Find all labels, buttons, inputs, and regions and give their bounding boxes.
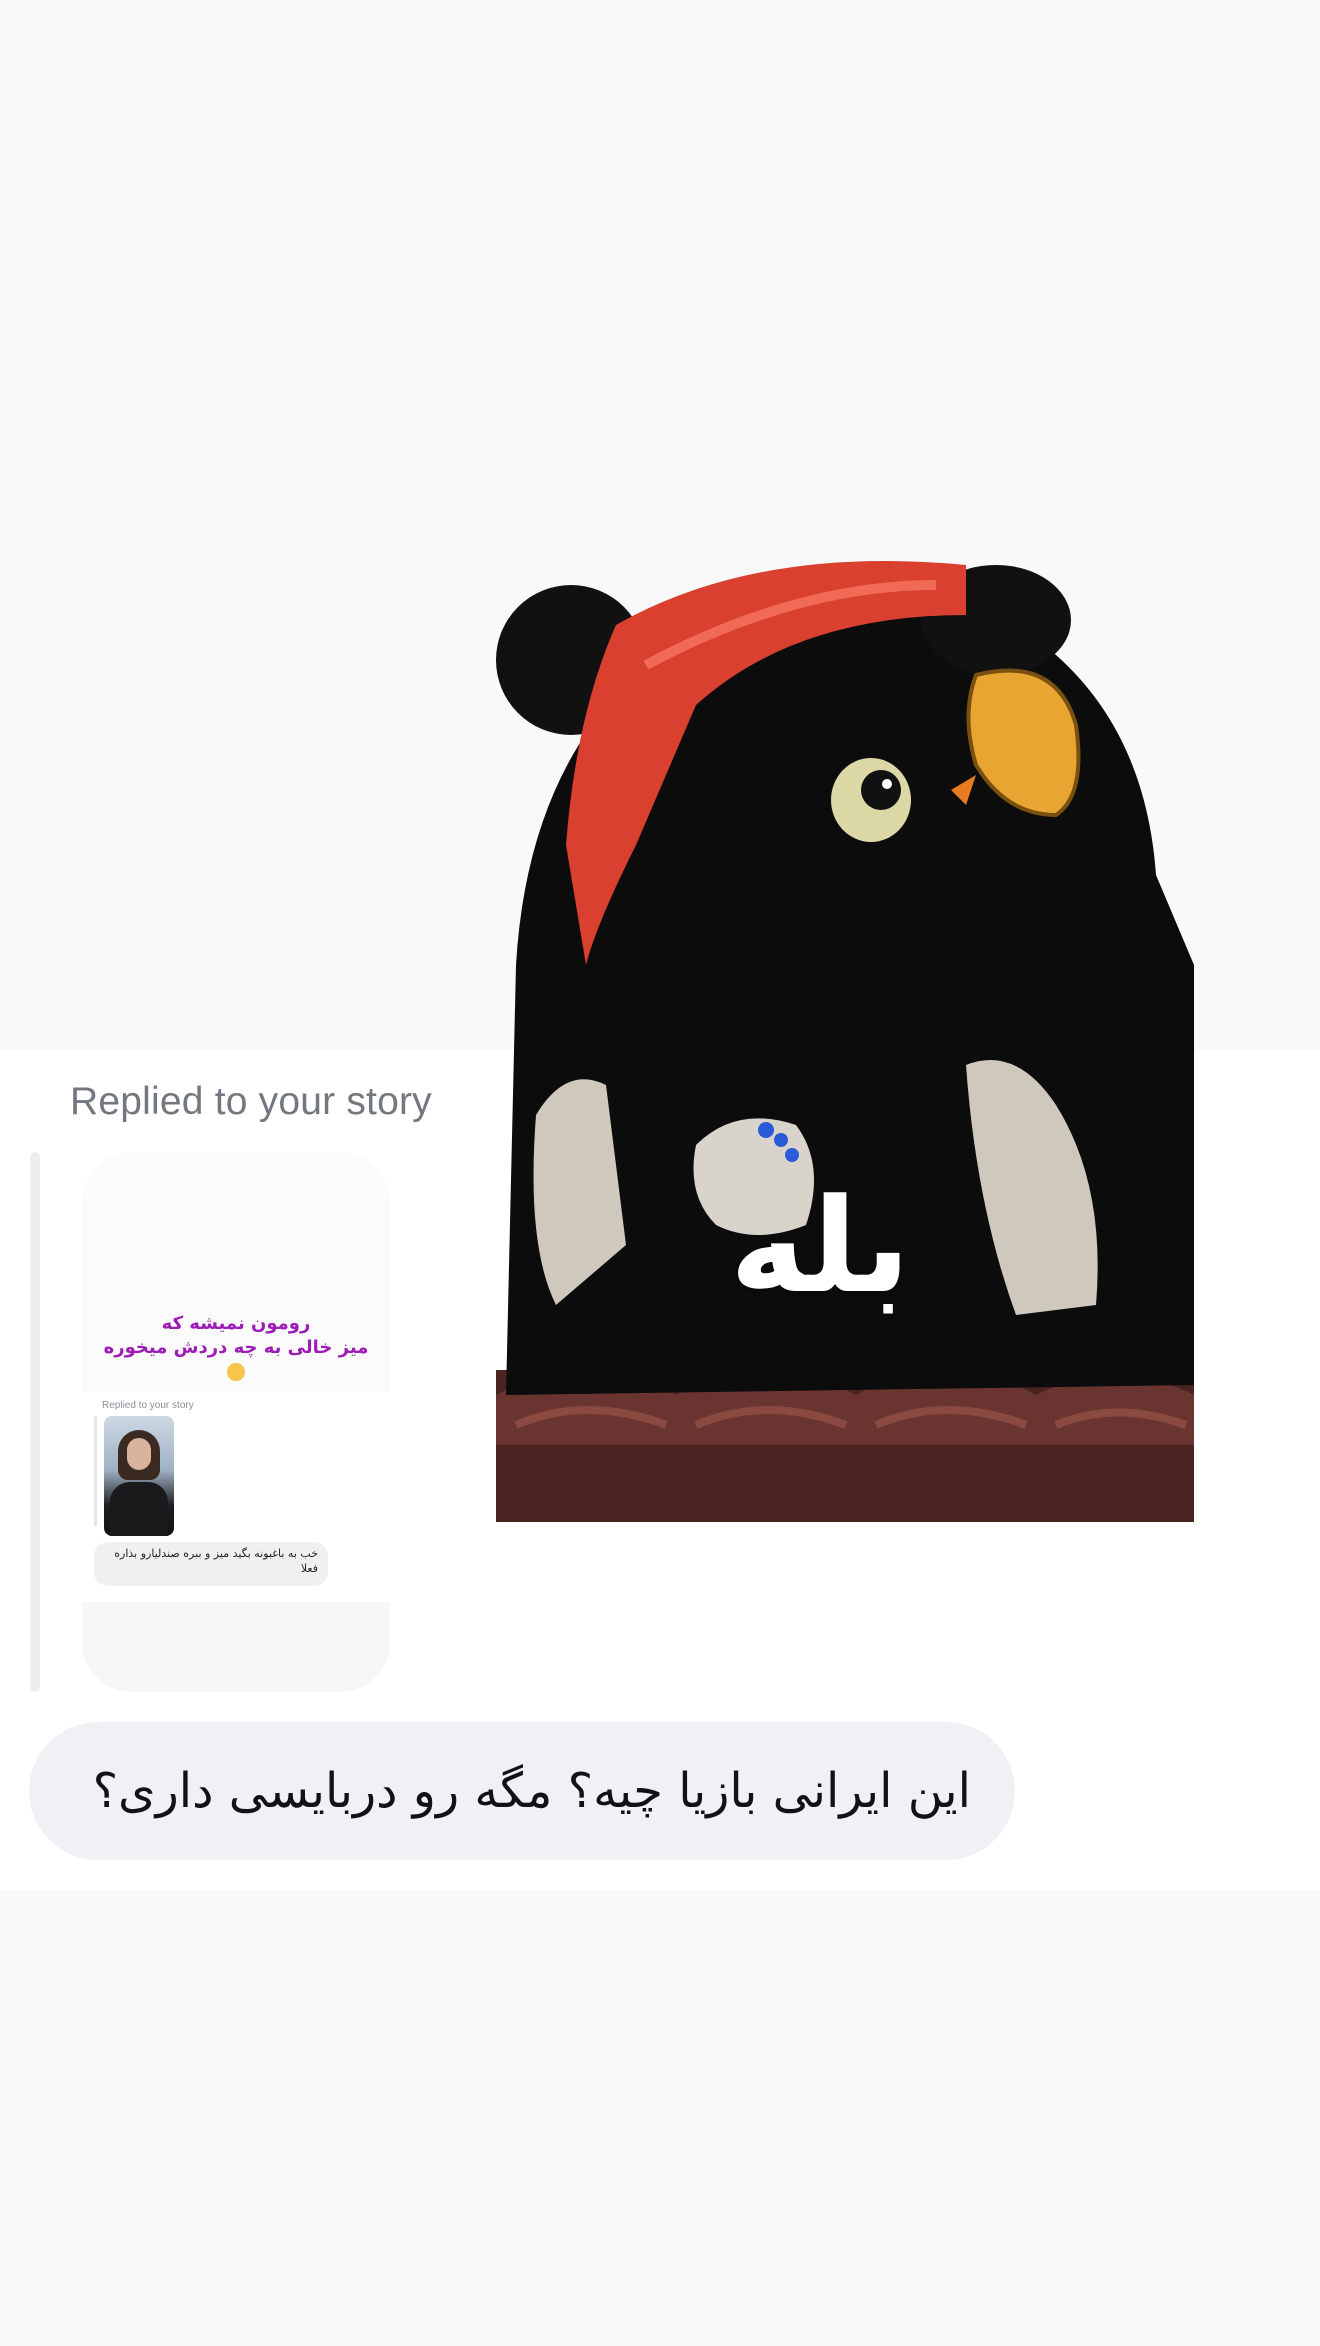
story-caption-line: رومون نمیشه که — [161, 1313, 311, 1334]
owl-eye-glint — [882, 779, 892, 789]
received-message-bubble[interactable]: این ایرانی بازیا چیه؟ مگه رو دربایسی دار… — [29, 1722, 1015, 1860]
owl-pupil — [861, 770, 901, 810]
story-preview-card[interactable]: رومون نمیشه که میز خالی به چه دردش میخور… — [82, 1152, 390, 1692]
sticker-text: بله — [729, 1170, 911, 1322]
pirate-owl-sticker[interactable] — [496, 545, 1194, 1522]
nested-reply-panel: Replied to your story خب به باغبونه بگید… — [82, 1392, 390, 1602]
nested-message-bubble: خب به باغبونه بگید میز و ببره صندلیارو ب… — [94, 1542, 328, 1586]
bead — [774, 1133, 788, 1147]
portrait-body — [110, 1482, 168, 1536]
story-caption: رومون نمیشه که میز خالی به چه دردش میخور… — [82, 1312, 390, 1384]
bead — [785, 1148, 799, 1162]
emoji-icon — [227, 1363, 245, 1381]
story-caption-line: میز خالی به چه دردش میخوره — [103, 1337, 369, 1358]
message-text: این ایرانی بازیا چیه؟ مگه رو دربایسی دار… — [92, 1763, 971, 1819]
reply-indicator-line — [30, 1152, 40, 1692]
bead — [758, 1122, 774, 1138]
nested-reply-line — [94, 1416, 97, 1526]
portrait-face — [127, 1438, 151, 1470]
nested-story-thumbnail — [104, 1416, 174, 1536]
nested-replied-label: Replied to your story — [102, 1400, 194, 1411]
replied-to-story-label: Replied to your story — [70, 1080, 432, 1123]
